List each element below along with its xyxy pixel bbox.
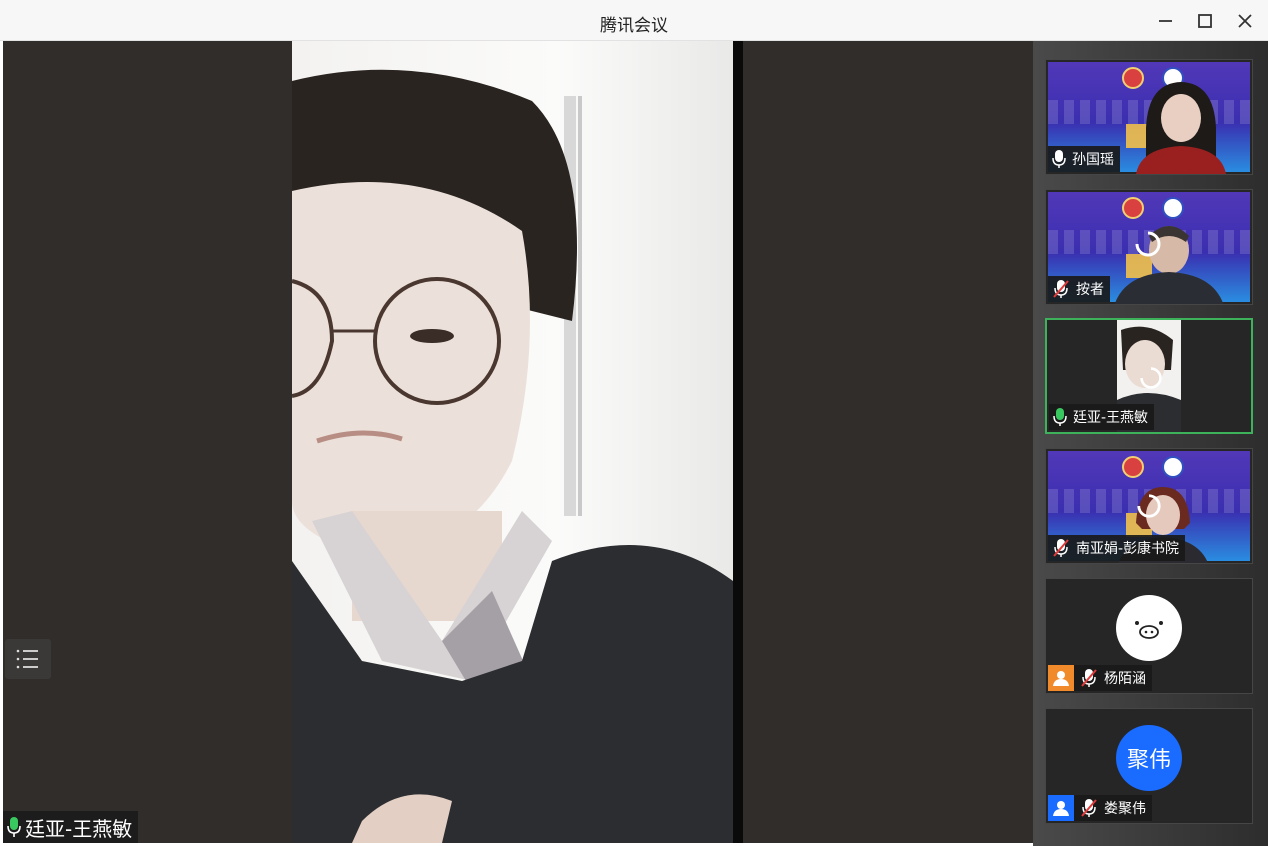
main-speaker-video xyxy=(292,41,733,843)
mic-muted-icon xyxy=(1081,669,1097,687)
avatar: 聚伟 xyxy=(1116,725,1182,791)
main-speaker-name-tag: 廷亚-王燕敏 xyxy=(3,811,139,843)
list-icon xyxy=(16,649,38,669)
close-button[interactable] xyxy=(1232,8,1258,34)
maximize-button[interactable] xyxy=(1192,8,1218,34)
user-avatar-badge xyxy=(1048,665,1074,691)
mic-on-icon xyxy=(1052,150,1066,168)
participant-sidebar: 孙国瑶 按者 廷亚-王燕敏 南亚娟-彭康书院 杨陌涵 聚伟 娄聚伟 xyxy=(1033,41,1268,846)
user-icon xyxy=(1053,671,1069,686)
mic-muted-icon xyxy=(1053,280,1069,298)
participant-name-tag: 按者 xyxy=(1048,276,1110,302)
participant-tile[interactable]: 孙国瑶 xyxy=(1045,59,1253,175)
minimize-button[interactable] xyxy=(1152,8,1178,34)
minimize-icon xyxy=(1159,20,1172,22)
participant-list-toggle[interactable] xyxy=(5,639,51,679)
loading-spinner-icon xyxy=(1140,367,1162,389)
participant-name-tag: 廷亚-王燕敏 xyxy=(1049,404,1155,430)
loading-spinner-icon xyxy=(1137,494,1161,518)
participant-name-tag: 南亚娟-彭康书院 xyxy=(1048,535,1186,561)
window-title: 腾讯会议 xyxy=(600,16,668,36)
participant-video xyxy=(1136,82,1226,174)
user-avatar-badge xyxy=(1048,795,1074,821)
participant-name: 孙国瑶 xyxy=(1072,152,1114,168)
participant-tile[interactable]: 南亚娟-彭康书院 xyxy=(1045,448,1253,564)
participant-name-tag: 孙国瑶 xyxy=(1048,146,1120,172)
maximize-icon xyxy=(1198,14,1212,28)
title-bar: 腾讯会议 xyxy=(0,0,1268,41)
video-edge-bar xyxy=(733,41,743,843)
participant-tile[interactable]: 按者 xyxy=(1045,189,1253,305)
participant-name: 廷亚-王燕敏 xyxy=(1073,410,1149,426)
participant-name-tag: 娄聚伟 xyxy=(1048,795,1152,821)
close-icon xyxy=(1238,14,1252,28)
mic-on-icon xyxy=(7,817,21,837)
participant-name: 南亚娟-彭康书院 xyxy=(1076,541,1180,557)
participant-name: 按者 xyxy=(1076,282,1104,298)
loading-spinner-icon xyxy=(1135,231,1161,257)
mic-muted-icon xyxy=(1053,539,1069,557)
mic-on-icon xyxy=(1053,408,1067,426)
main-speaker-name: 廷亚-王燕敏 xyxy=(25,816,133,841)
avatar-initials: 聚伟 xyxy=(1126,748,1171,773)
main-video-area[interactable]: 廷亚-王燕敏 xyxy=(3,41,1033,843)
participant-name: 娄聚伟 xyxy=(1104,801,1146,817)
participant-tile[interactable]: 杨陌涵 xyxy=(1045,578,1253,694)
participant-tile[interactable]: 聚伟 娄聚伟 xyxy=(1045,708,1253,824)
user-icon xyxy=(1053,801,1069,816)
participant-video xyxy=(1114,226,1224,304)
pig-face-icon xyxy=(1116,595,1182,661)
participant-name: 杨陌涵 xyxy=(1104,671,1146,687)
mic-muted-icon xyxy=(1081,799,1097,817)
participant-name-tag: 杨陌涵 xyxy=(1048,665,1152,691)
participant-tile-active[interactable]: 廷亚-王燕敏 xyxy=(1045,318,1253,434)
